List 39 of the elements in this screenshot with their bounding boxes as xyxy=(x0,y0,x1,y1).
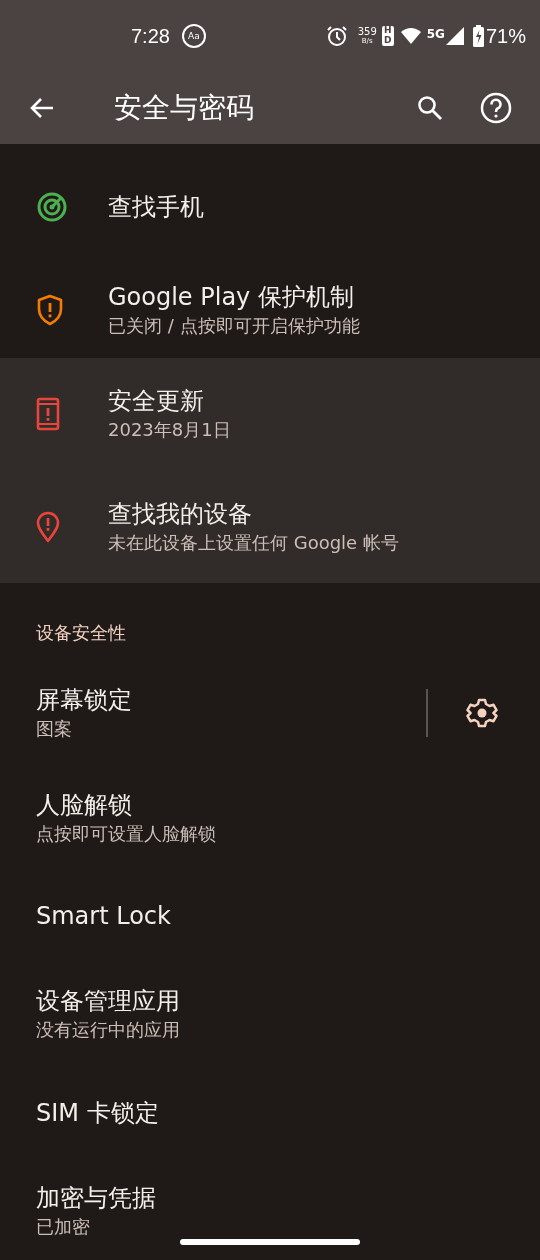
text-scale-icon: Aa xyxy=(181,24,206,48)
back-arrow-icon xyxy=(29,96,55,120)
network-type: 5G xyxy=(426,26,445,43)
settings-icon xyxy=(466,697,498,730)
settings-item[interactable]: 加密与凭据 已加密 xyxy=(36,1181,500,1240)
item-subtitle: 已加密 xyxy=(36,1214,91,1239)
item-title: 查找我的设备 xyxy=(108,498,253,530)
alarm-icon xyxy=(325,25,348,47)
clock-time: 7:28 xyxy=(131,24,170,49)
wifi-icon xyxy=(399,27,422,45)
section-header: 设备安全性 xyxy=(36,621,126,643)
battery-charging-icon xyxy=(472,25,484,47)
settings-item[interactable]: 人脸解锁 点按即可设置人脸解锁 xyxy=(36,788,500,847)
item-title: 人脸解锁 xyxy=(36,789,133,821)
item-subtitle: 2023年8月1日 xyxy=(108,418,231,443)
settings-item[interactable]: Smart Lock xyxy=(36,900,500,933)
item-subtitle: 未在此设备上设置任何 Google 帐号 xyxy=(108,530,399,555)
battery-level: 71% xyxy=(485,24,526,49)
network-speed: 359 xyxy=(357,27,377,37)
item-subtitle: 图案 xyxy=(36,717,73,742)
security-status-item[interactable]: 安全更新 2023年8月1日 xyxy=(0,358,540,471)
item-title: 设备管理应用 xyxy=(36,986,181,1018)
settings-item[interactable]: 屏幕锁定 图案 xyxy=(36,684,426,743)
item-subtitle: 已关闭 / 点按即可开启保护功能 xyxy=(108,313,360,338)
settings-item[interactable]: 设备管理应用 没有运行中的应用 xyxy=(36,985,500,1044)
settings-item[interactable]: SIM 卡锁定 xyxy=(36,1096,500,1129)
page-title: 安全与密码 xyxy=(114,90,255,126)
security-status-item[interactable]: 查找我的设备 未在此设备上设置任何 Google 帐号 xyxy=(0,470,540,583)
item-subtitle: 没有运行中的应用 xyxy=(36,1018,181,1043)
item-title: 屏幕锁定 xyxy=(36,685,133,717)
search-icon xyxy=(417,95,443,121)
item-title: 安全更新 xyxy=(108,386,205,418)
item-title: 加密与凭据 xyxy=(36,1182,157,1214)
hd-icon: HD xyxy=(381,26,394,46)
cell-signal-icon xyxy=(444,26,465,46)
help-icon xyxy=(480,92,512,124)
item-subtitle: 点按即可设置人脸解锁 xyxy=(36,821,217,846)
item-title: 查找手机 xyxy=(108,191,204,223)
item-title: Google Play 保护机制 xyxy=(108,281,355,313)
